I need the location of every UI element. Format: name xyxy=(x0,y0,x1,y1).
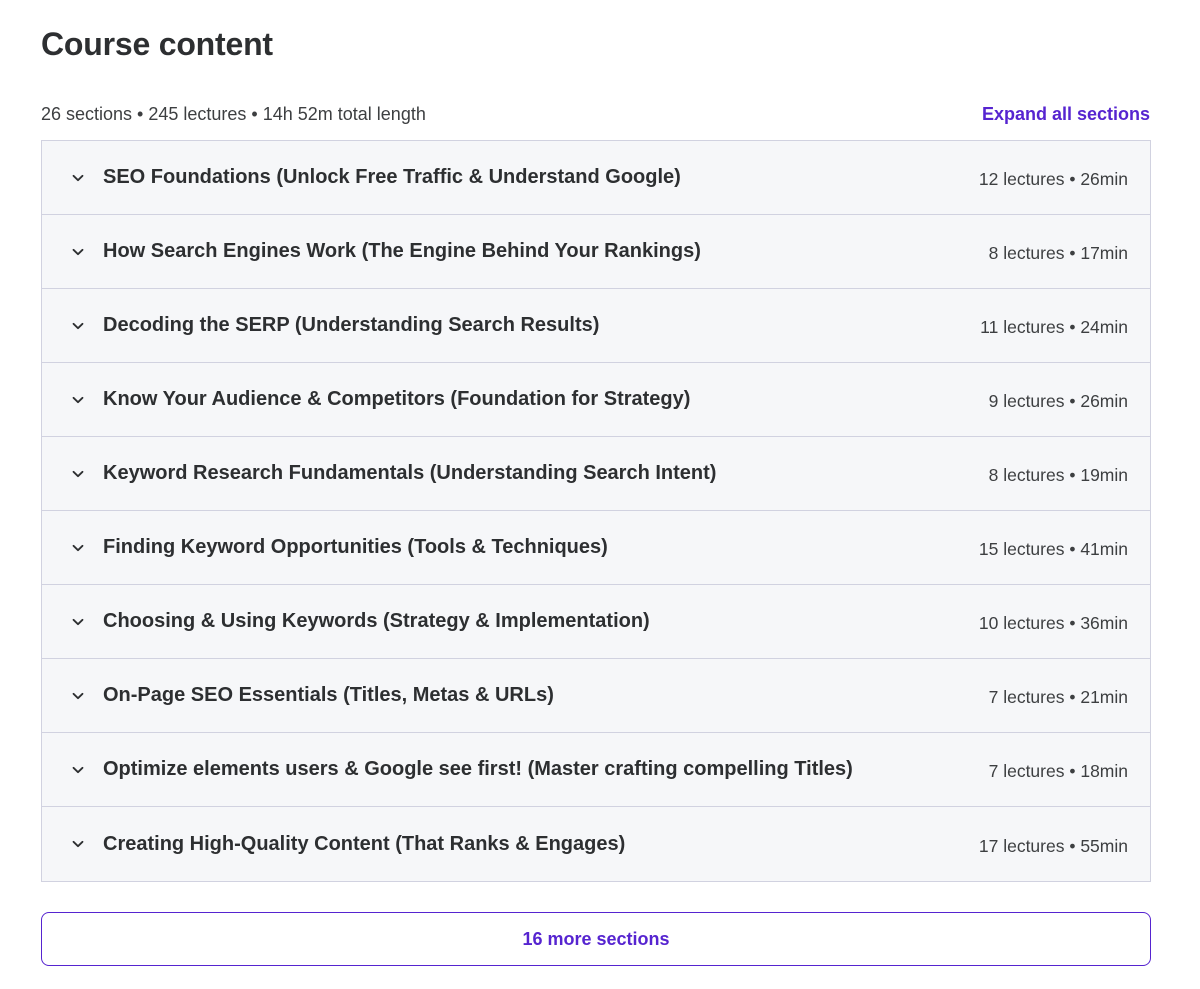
chevron-down-icon xyxy=(70,540,86,556)
chevron-down-icon xyxy=(70,688,86,704)
section-meta: 8 lectures • 19min xyxy=(988,465,1128,485)
section-title: How Search Engines Work (The Engine Behi… xyxy=(103,240,701,262)
section-title: On-Page SEO Essentials (Titles, Metas & … xyxy=(103,684,554,706)
chevron-down-icon xyxy=(70,836,86,852)
chevron-down-icon xyxy=(70,170,86,186)
section-meta: 11 lectures • 24min xyxy=(980,317,1128,337)
course-content-panel: Course content 26 sections • 245 lecture… xyxy=(0,0,1200,989)
section-title: Finding Keyword Opportunities (Tools & T… xyxy=(103,536,608,558)
section-meta: 8 lectures • 17min xyxy=(988,243,1128,263)
section-title: Choosing & Using Keywords (Strategy & Im… xyxy=(103,610,650,632)
sections-accordion: SEO Foundations (Unlock Free Traffic & U… xyxy=(41,140,1151,882)
more-sections-button[interactable]: 16 more sections xyxy=(41,912,1151,966)
section-item[interactable]: How Search Engines Work (The Engine Behi… xyxy=(42,215,1150,289)
chevron-down-icon xyxy=(70,614,86,630)
chevron-down-icon xyxy=(70,762,86,778)
chevron-down-icon xyxy=(70,318,86,334)
section-item[interactable]: Choosing & Using Keywords (Strategy & Im… xyxy=(42,585,1150,659)
chevron-down-icon xyxy=(70,392,86,408)
chevron-down-icon xyxy=(70,244,86,260)
section-meta: 10 lectures • 36min xyxy=(978,613,1128,633)
section-meta: 15 lectures • 41min xyxy=(978,539,1128,559)
expand-all-sections-button[interactable]: Expand all sections xyxy=(982,104,1150,125)
section-meta: 7 lectures • 18min xyxy=(988,761,1128,781)
section-item[interactable]: Keyword Research Fundamentals (Understan… xyxy=(42,437,1150,511)
section-item[interactable]: Know Your Audience & Competitors (Founda… xyxy=(42,363,1150,437)
section-item[interactable]: Optimize elements users & Google see fir… xyxy=(42,733,1150,807)
section-title: Optimize elements users & Google see fir… xyxy=(103,758,853,780)
section-meta: 9 lectures • 26min xyxy=(988,391,1128,411)
chevron-down-icon xyxy=(70,466,86,482)
section-meta: 7 lectures • 21min xyxy=(988,687,1128,707)
section-title: Know Your Audience & Competitors (Founda… xyxy=(103,388,691,410)
section-item[interactable]: On-Page SEO Essentials (Titles, Metas & … xyxy=(42,659,1150,733)
course-summary: 26 sections • 245 lectures • 14h 52m tot… xyxy=(41,103,426,124)
course-summary-row: 26 sections • 245 lectures • 14h 52m tot… xyxy=(41,101,1150,127)
section-item[interactable]: SEO Foundations (Unlock Free Traffic & U… xyxy=(42,141,1150,215)
section-meta: 12 lectures • 26min xyxy=(978,169,1128,189)
section-title: Keyword Research Fundamentals (Understan… xyxy=(103,462,717,484)
page-title: Course content xyxy=(41,26,273,62)
section-meta: 17 lectures • 55min xyxy=(978,835,1128,856)
section-item[interactable]: Finding Keyword Opportunities (Tools & T… xyxy=(42,511,1150,585)
section-title: Creating High-Quality Content (That Rank… xyxy=(103,832,626,855)
section-title: Decoding the SERP (Understanding Search … xyxy=(103,314,600,336)
section-item[interactable]: Decoding the SERP (Understanding Search … xyxy=(42,289,1150,363)
section-item[interactable]: Creating High-Quality Content (That Rank… xyxy=(42,807,1150,881)
section-title: SEO Foundations (Unlock Free Traffic & U… xyxy=(103,166,681,188)
